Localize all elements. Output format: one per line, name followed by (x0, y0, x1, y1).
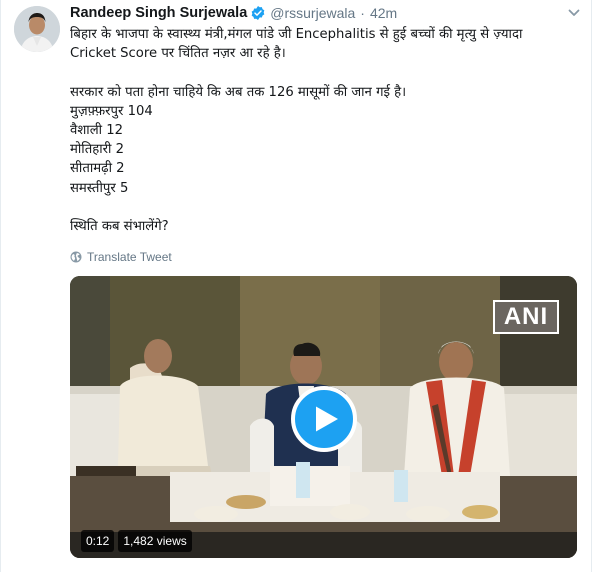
tweet-text-line: वैशाली 12 (70, 122, 124, 138)
timestamp[interactable]: 42m (370, 5, 397, 21)
globe-icon (70, 251, 82, 263)
tweet-header: Randeep Singh Surjewala @rssurjewala · 4… (70, 3, 397, 23)
video-duration: 0:12 (81, 530, 115, 552)
separator: · (360, 5, 365, 21)
tweet-text: बिहार के भाजपा के स्वास्थ्य मंत्री,मंगल … (70, 25, 580, 236)
tweet-card: Randeep Singh Surjewala @rssurjewala · 4… (0, 0, 592, 572)
avatar[interactable] (14, 6, 60, 52)
translate-tweet-label: Translate Tweet (87, 250, 172, 264)
video-views: 1,482 views (118, 530, 192, 552)
verified-badge-icon (251, 6, 265, 20)
display-name[interactable]: Randeep Singh Surjewala (70, 5, 247, 21)
tweet-text-line: सरकार को पता होना चाहिये कि अब तक 126 मा… (70, 84, 407, 100)
video-info: 0:12 1,482 views (81, 530, 192, 552)
play-button[interactable] (291, 386, 357, 452)
tweet-text-blank (70, 63, 580, 82)
tweet-text-blank (70, 198, 580, 217)
play-icon (315, 406, 338, 432)
tweet-text-line: मुज़फ़्फ़रपुर 104 (70, 103, 153, 119)
chevron-down-icon[interactable] (567, 6, 581, 20)
tweet-text-line: समस्तीपुर 5 (70, 180, 129, 196)
translate-tweet-link[interactable]: Translate Tweet (70, 250, 172, 264)
tweet-text-line: स्थिति कब संभालेंगे? (70, 218, 169, 234)
tweet-text-line: बिहार के भाजपा के स्वास्थ्य मंत्री,मंगल … (70, 27, 523, 42)
tweet-text-line: मोतिहारी 2 (70, 142, 125, 158)
ani-watermark: ANI (493, 300, 559, 334)
avatar-image (14, 6, 60, 52)
video-player[interactable]: ANI 0:12 1,482 views (70, 276, 577, 558)
tweet-text-line: Cricket Score पर चिंतित नज़र आ रहे है। (70, 46, 286, 62)
tweet-text-line: सीतामढ़ी 2 (70, 161, 125, 177)
handle[interactable]: @rssurjewala (270, 5, 355, 21)
